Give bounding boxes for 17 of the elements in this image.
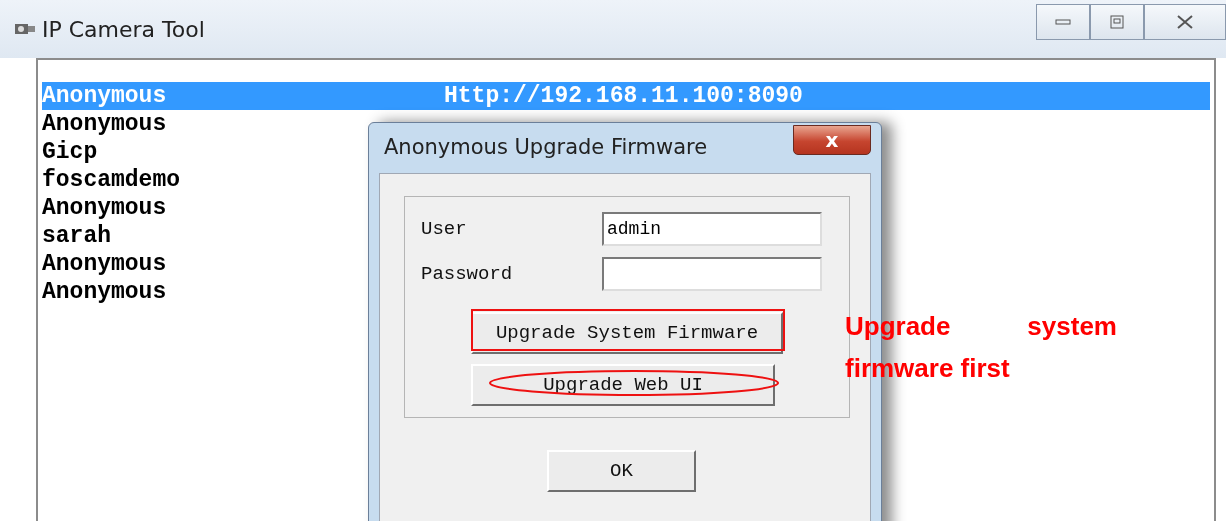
upgrade-button[interactable]: Upgrade System Firmware [471, 312, 783, 354]
ok-button[interactable]: OK [547, 450, 696, 492]
close-button[interactable] [1144, 4, 1226, 40]
maximize-icon [1110, 15, 1124, 29]
close-icon [1176, 15, 1194, 29]
camera-url: Http://192.168.11.100:8090 [444, 83, 803, 109]
minimize-icon [1055, 18, 1071, 26]
input-field[interactable]: admin [602, 212, 822, 246]
window-title: IP Camera Tool [42, 16, 205, 42]
upgrade-button[interactable]: Upgrade Web UI [471, 364, 775, 406]
minimize-button[interactable] [1036, 4, 1090, 40]
close-button[interactable]: x [793, 125, 871, 155]
maximize-button[interactable] [1090, 4, 1144, 40]
dialog-title: Anonymous Upgrade Firmware [384, 135, 708, 159]
input-field[interactable] [602, 257, 822, 291]
field-label: User [421, 218, 467, 240]
field-label: Password [421, 263, 513, 285]
